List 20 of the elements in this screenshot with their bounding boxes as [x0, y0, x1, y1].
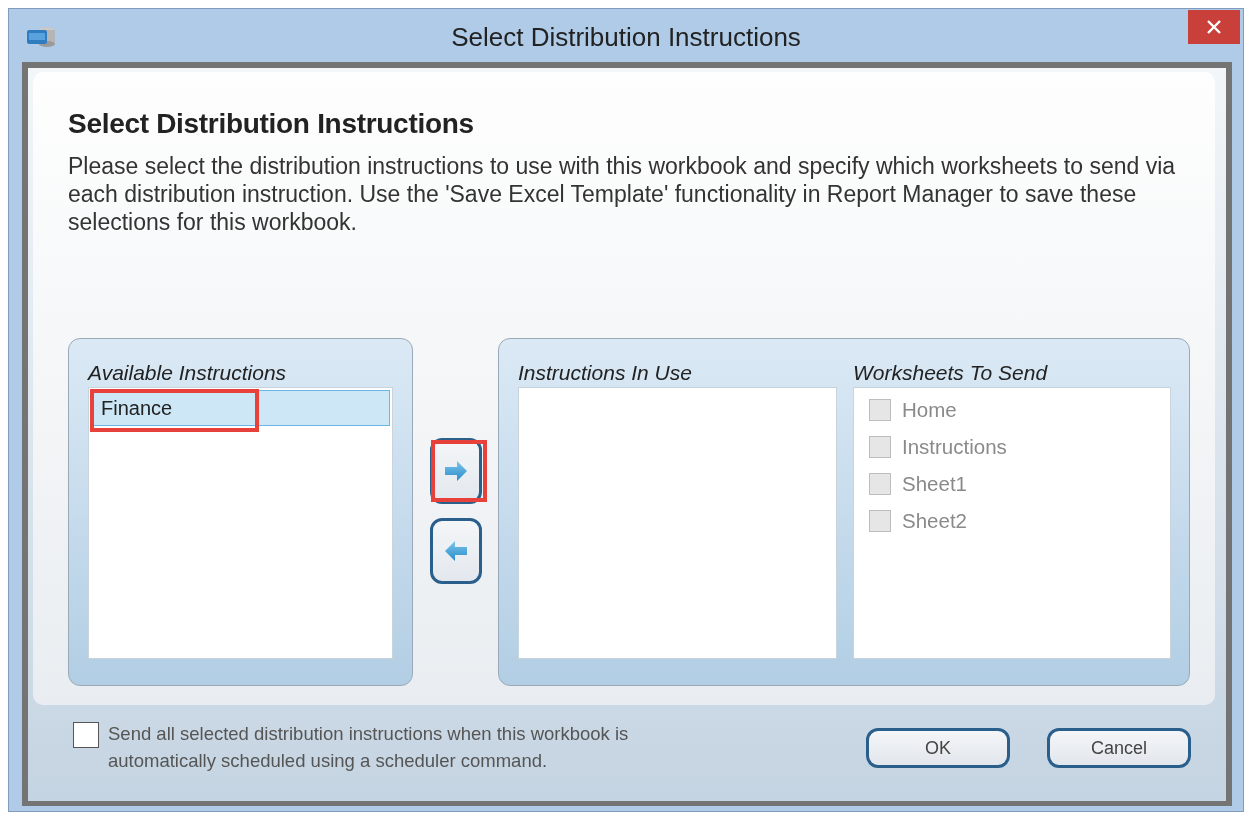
checkbox[interactable]: [73, 722, 99, 748]
worksheet-label: Home: [902, 397, 957, 422]
panel-label: Instructions In Use: [518, 361, 692, 386]
checkbox-label: Send all selected distribution instructions when this workbook is automatically scheduled using a scheduler command.: [108, 722, 630, 773]
move-left-button[interactable]: [429, 518, 482, 584]
cancel-button[interactable]: Cancel: [1047, 728, 1191, 768]
in-use-list[interactable]: [518, 387, 837, 659]
panel-label: Worksheets To Send: [853, 361, 1048, 386]
close-icon: [1207, 20, 1221, 34]
worksheet-label: Sheet1: [902, 471, 967, 496]
dialog-heading: Select Distribution Instructions: [68, 108, 475, 140]
panel-label: Available Instructions: [88, 361, 287, 386]
description-text: Please select the distribution instructions to use with this workbook and specify which worksheets to send via each distribution instruction. Use the 'Save Excel Template' functionality in Report Manager to save these selections for this workbook.: [68, 152, 1177, 236]
available-list[interactable]: Finance: [88, 387, 393, 659]
ok-button[interactable]: OK: [866, 728, 1010, 768]
close-button[interactable]: [1188, 10, 1240, 44]
list-item[interactable]: Finance: [91, 390, 390, 426]
window-title: Select Distribution Instructions: [451, 22, 801, 52]
worksheet-label: Sheet2: [902, 508, 967, 533]
worksheet-label: Instructions: [902, 434, 1007, 459]
